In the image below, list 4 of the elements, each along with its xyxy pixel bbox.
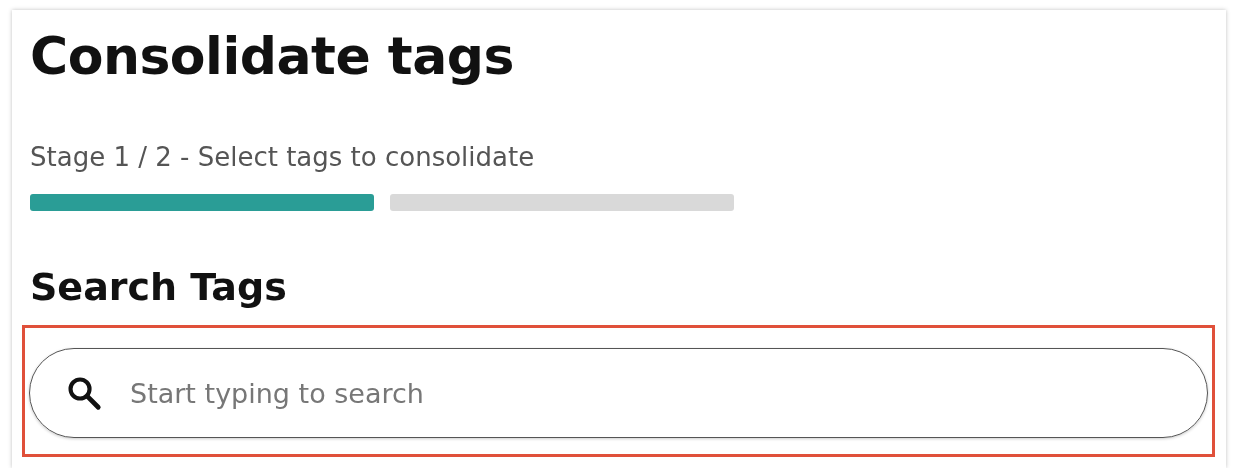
page-title: Consolidate tags [30, 25, 515, 88]
stage-label: Stage 1 / 2 - Select tags to consolidate [30, 141, 536, 174]
section-heading: Search Tags [30, 264, 288, 311]
search-field[interactable]: Start typing to search [29, 348, 1208, 438]
